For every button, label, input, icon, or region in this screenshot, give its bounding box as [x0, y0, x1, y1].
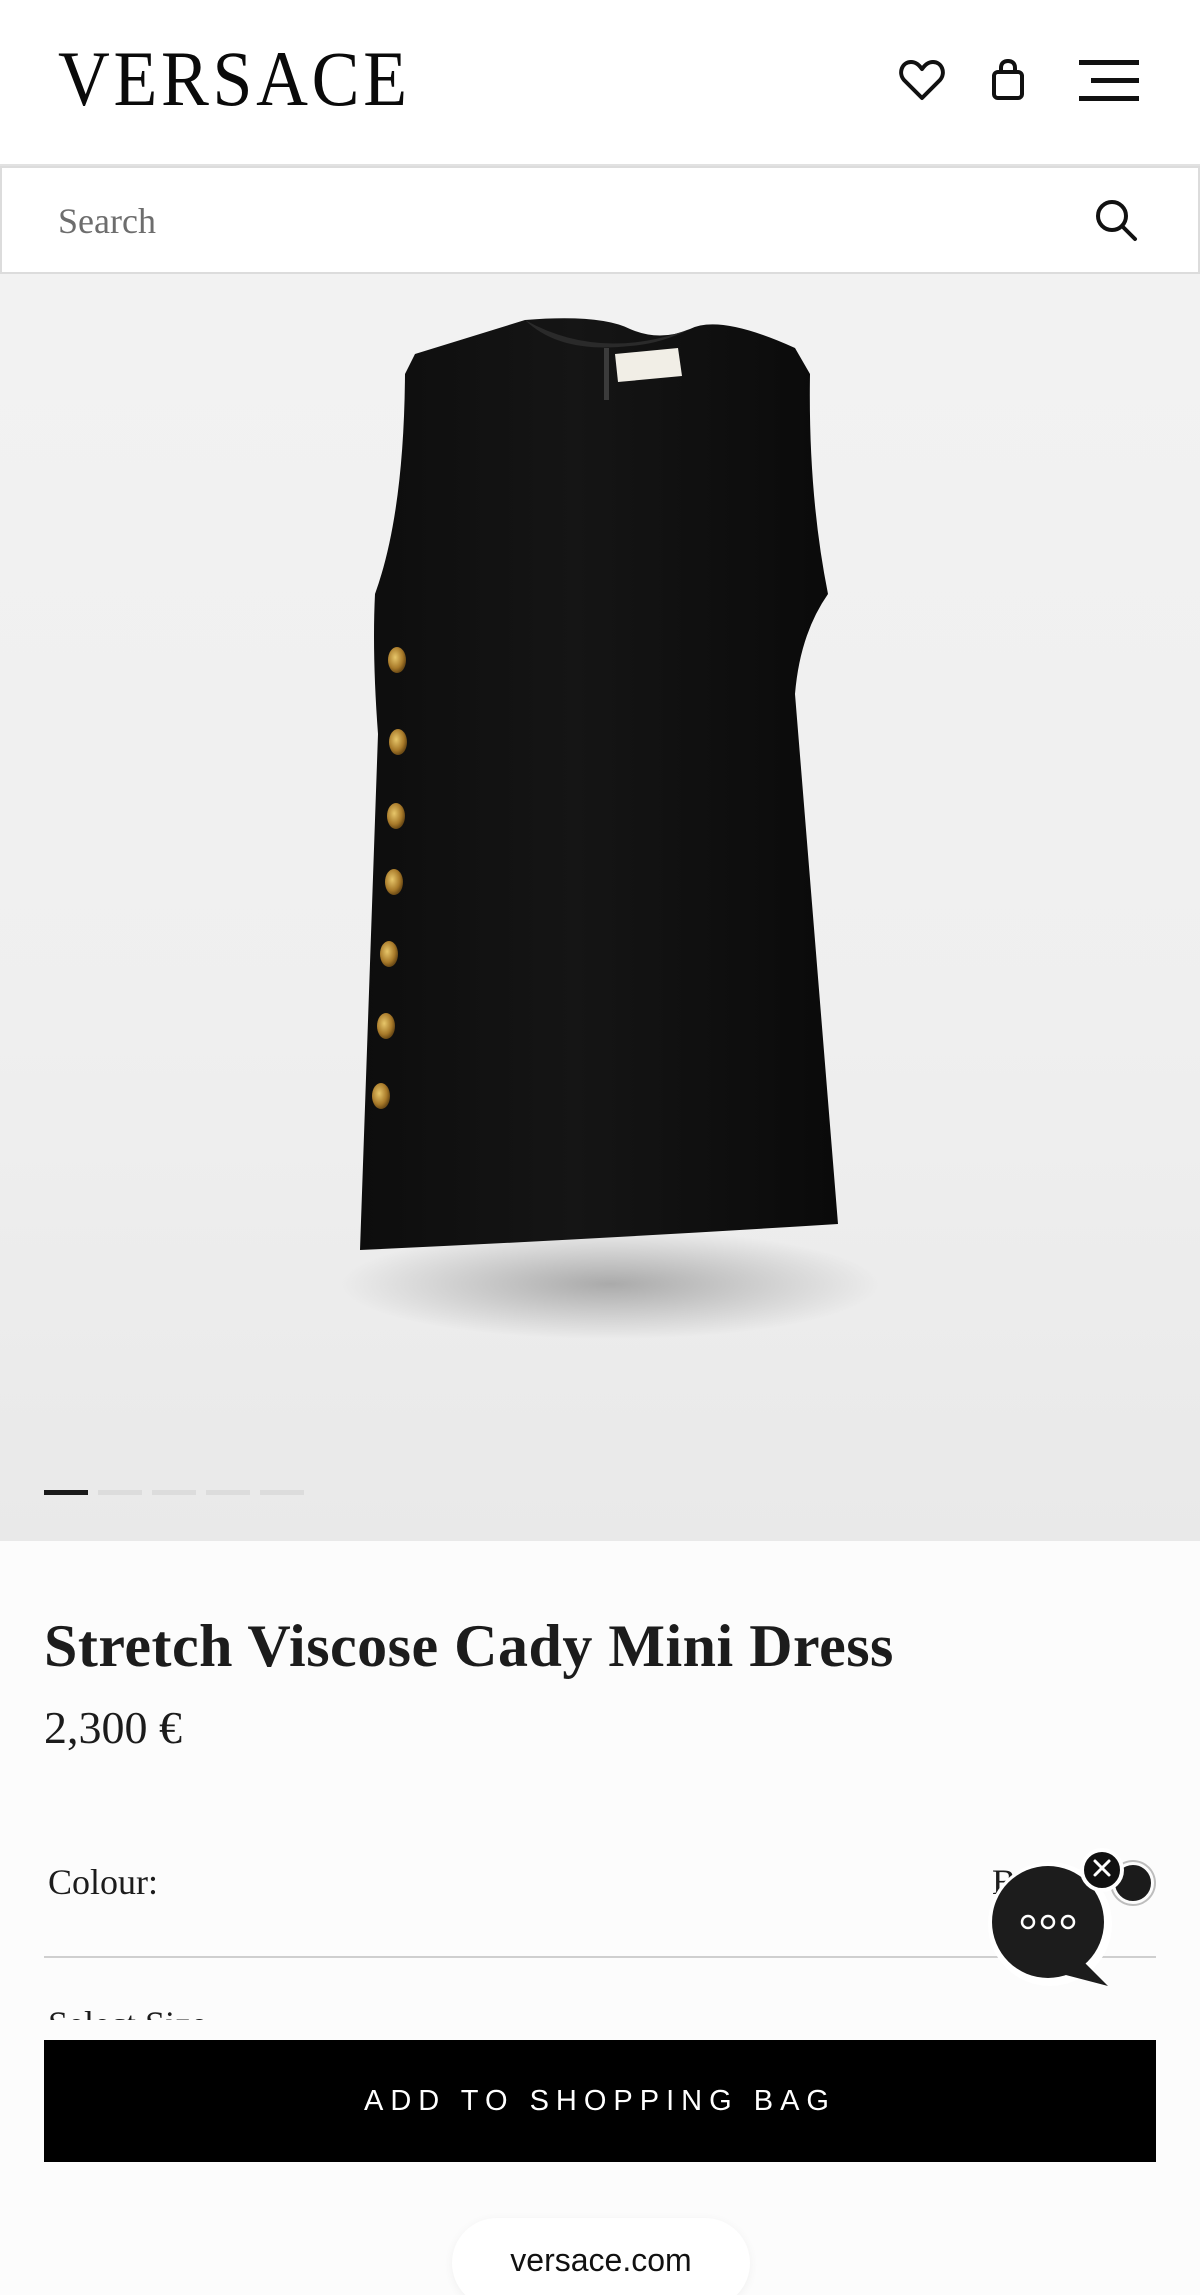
- product-image-dress: [340, 318, 880, 1339]
- gallery-dot[interactable]: [44, 1490, 88, 1495]
- menu-button[interactable]: [1074, 50, 1144, 110]
- product-price: 2,300 €: [44, 1702, 182, 1753]
- versace-logo[interactable]: VERSACE: [58, 40, 411, 118]
- gallery-pagination: [44, 1490, 304, 1495]
- chat-close-button[interactable]: [1080, 1848, 1124, 1892]
- product-title: Stretch Viscose Cady Mini Dress: [44, 1613, 894, 1679]
- heart-icon: [899, 59, 945, 101]
- browser-url-bar[interactable]: versace.com: [452, 2218, 750, 2295]
- hamburger-menu-icon: [1077, 56, 1141, 104]
- gallery-dot[interactable]: [152, 1490, 196, 1495]
- product-image-gallery[interactable]: [0, 274, 1200, 1541]
- close-icon: [1091, 1857, 1113, 1884]
- product-page: VERSACE Search Stretch Viscose Cady Mini…: [0, 0, 1200, 2295]
- size-selector-label[interactable]: Select Size: [48, 2002, 207, 2020]
- shopping-bag-button[interactable]: [978, 50, 1038, 110]
- search-input[interactable]: [58, 192, 1038, 250]
- add-to-bag-button[interactable]: ADD TO SHOPPING BAG: [44, 2040, 1156, 2162]
- colour-label: Colour:: [48, 1862, 159, 1902]
- search-bar: [0, 166, 1200, 274]
- wishlist-button[interactable]: [892, 50, 952, 110]
- gallery-dot[interactable]: [260, 1490, 304, 1495]
- search-icon: [1094, 198, 1138, 247]
- shopping-bag-icon: [990, 59, 1026, 101]
- chat-bubble-icon: [984, 1862, 1114, 1996]
- site-header: VERSACE: [0, 0, 1200, 166]
- gallery-dot[interactable]: [206, 1490, 250, 1495]
- search-button[interactable]: [1086, 192, 1146, 252]
- gallery-dot[interactable]: [98, 1490, 142, 1495]
